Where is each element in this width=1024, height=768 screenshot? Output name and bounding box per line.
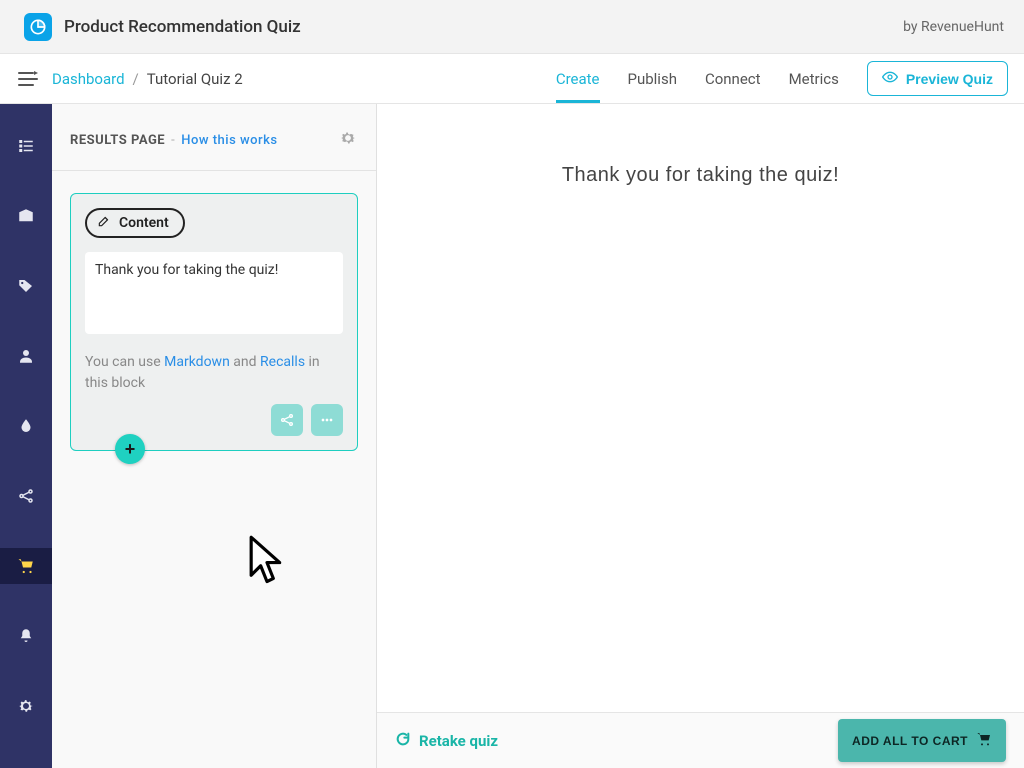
add-all-label: ADD ALL TO CART [852, 734, 968, 748]
cursor-pointer-icon [248, 534, 286, 592]
tab-connect[interactable]: Connect [705, 54, 761, 103]
cart-icon [976, 731, 992, 750]
breadcrumb-sep: / [133, 70, 139, 88]
block-more-button[interactable] [311, 404, 343, 436]
rail-list-icon[interactable] [0, 128, 52, 164]
results-page-title: RESULTS PAGE [70, 133, 165, 148]
rail-share-icon[interactable] [0, 478, 52, 514]
app-logo [24, 13, 52, 41]
tab-publish[interactable]: Publish [628, 54, 677, 103]
results-dash: - [171, 133, 175, 148]
content-block[interactable]: Content You can use Markdown and Recalls… [70, 193, 358, 451]
content-chip[interactable]: Content [85, 208, 185, 238]
rail-user-icon[interactable] [0, 338, 52, 374]
retake-quiz-button[interactable]: Retake quiz [395, 731, 498, 751]
how-this-works-link[interactable]: How this works [181, 133, 277, 148]
retake-quiz-label: Retake quiz [419, 732, 498, 750]
content-editor[interactable] [85, 252, 343, 334]
app-title: Product Recommendation Quiz [64, 17, 301, 37]
rail-drop-icon[interactable] [0, 408, 52, 444]
preview-heading: Thank you for taking the quiz! [397, 164, 1004, 187]
tab-create[interactable]: Create [556, 54, 600, 103]
rail-tag-icon[interactable] [0, 268, 52, 304]
edit-icon [97, 214, 111, 232]
markdown-link[interactable]: Markdown [164, 354, 230, 370]
redo-icon [395, 731, 411, 751]
preview-quiz-label: Preview Quiz [906, 71, 993, 87]
breadcrumb-current: Tutorial Quiz 2 [147, 70, 243, 88]
breadcrumb-dashboard[interactable]: Dashboard [52, 70, 125, 88]
rail-gear-icon[interactable] [0, 688, 52, 724]
breadcrumb: Dashboard / Tutorial Quiz 2 [52, 70, 243, 88]
content-chip-label: Content [119, 215, 169, 231]
add-block-button[interactable]: + [115, 434, 145, 464]
tab-metrics[interactable]: Metrics [789, 54, 839, 103]
eye-icon [882, 69, 898, 88]
content-hint: You can use Markdown and Recalls in this… [85, 352, 343, 394]
menu-toggle-icon[interactable] [16, 67, 40, 91]
rail-bell-icon[interactable] [0, 618, 52, 654]
block-share-button[interactable] [271, 404, 303, 436]
by-line: by RevenueHunt [903, 19, 1004, 35]
rail-cart-icon[interactable] [0, 548, 52, 584]
add-all-to-cart-button[interactable]: ADD ALL TO CART [838, 719, 1006, 762]
recalls-link[interactable]: Recalls [260, 354, 305, 370]
rail-box-icon[interactable] [0, 198, 52, 234]
results-settings-icon[interactable] [338, 128, 358, 152]
preview-quiz-button[interactable]: Preview Quiz [867, 61, 1008, 96]
